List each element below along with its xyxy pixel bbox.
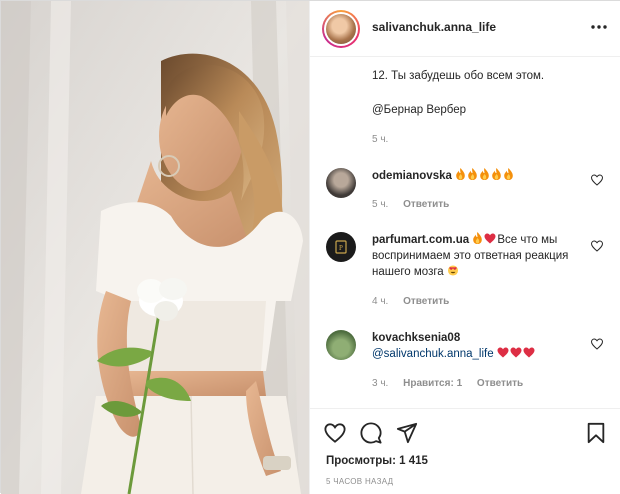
mention-link[interactable]: @salivanchuk.anna_life <box>372 348 494 360</box>
fire-icon <box>456 168 465 180</box>
comment-meta: 5 ч. Ответить <box>372 199 461 210</box>
commenter-avatar[interactable] <box>326 168 356 198</box>
reply-button[interactable]: Ответить <box>477 378 523 389</box>
fire-icon <box>468 168 477 180</box>
commenter-avatar[interactable] <box>326 330 356 360</box>
fire-icon <box>504 168 513 180</box>
commenter-username[interactable]: parfumart.com.ua <box>372 234 469 246</box>
caption-meta: 5 ч. <box>372 134 400 145</box>
brand-logo-icon: P <box>335 240 347 254</box>
heart-eyes-emoji-icon <box>447 265 458 276</box>
red-heart-icon <box>484 233 496 244</box>
comment-icon[interactable] <box>360 422 382 444</box>
commenter-avatar[interactable]: P <box>326 232 356 262</box>
like-comment-heart-icon[interactable] <box>591 338 603 350</box>
post-timestamp[interactable]: 5 часов назад <box>326 477 393 486</box>
caption-line-1: 12. Ты забудешь обо всем этом. <box>372 70 545 82</box>
comment-time[interactable]: 4 ч. <box>372 296 388 307</box>
post-actions-bar: Просмотры: 1 415 5 часов назад <box>310 408 620 494</box>
fire-icon <box>473 232 483 244</box>
reply-button[interactable]: Ответить <box>403 296 449 307</box>
fire-icon <box>492 168 501 180</box>
heart-outline-icon[interactable] <box>324 422 346 444</box>
like-comment-heart-icon[interactable] <box>591 174 603 186</box>
author-username[interactable]: salivanchuk.anna_life <box>372 20 496 34</box>
comment-body: kovachksenia08 @salivanchuk.anna_life <box>372 330 584 362</box>
comment-body: odemianovska <box>372 168 584 184</box>
fire-icon <box>480 168 489 180</box>
like-comment-heart-icon[interactable] <box>591 240 603 252</box>
post-details-panel: salivanchuk.anna_life 12. Ты забудешь об… <box>309 1 620 494</box>
comment-time[interactable]: 5 ч. <box>372 199 388 210</box>
comment-likes[interactable]: Нравится: 1 <box>403 378 462 389</box>
comment-meta: 4 ч. Ответить <box>372 296 461 307</box>
red-heart-icon <box>523 347 535 358</box>
reply-button[interactable]: Ответить <box>403 199 449 210</box>
caption-line-2: @Бернар Вербер <box>372 104 467 116</box>
post-photo-illustration <box>1 1 309 494</box>
post-photo[interactable] <box>1 1 309 494</box>
author-avatar[interactable] <box>322 10 360 48</box>
more-horizontal-icon[interactable] <box>589 17 609 37</box>
share-icon[interactable] <box>396 422 418 444</box>
caption-time[interactable]: 5 ч. <box>372 134 388 145</box>
bookmark-icon[interactable] <box>585 422 607 444</box>
red-heart-icon <box>497 347 509 358</box>
comment-body: parfumart.com.ua Все что мы воспринимаем… <box>372 232 584 280</box>
view-count[interactable]: Просмотры: 1 415 <box>326 455 428 467</box>
fire-emoji-row <box>455 168 515 182</box>
red-heart-icon <box>510 347 522 358</box>
comment-meta: 3 ч. Нравится: 1 Ответить <box>372 378 535 389</box>
post-header: salivanchuk.anna_life <box>310 1 620 57</box>
commenter-username[interactable]: odemianovska <box>372 170 452 182</box>
instagram-post-modal: salivanchuk.anna_life 12. Ты забудешь об… <box>0 0 620 494</box>
comment-time[interactable]: 3 ч. <box>372 378 388 389</box>
commenter-username[interactable]: kovachksenia08 <box>372 332 460 344</box>
comments-list: 12. Ты забудешь обо всем этом. @Бернар В… <box>310 58 620 408</box>
svg-text:P: P <box>339 244 343 252</box>
